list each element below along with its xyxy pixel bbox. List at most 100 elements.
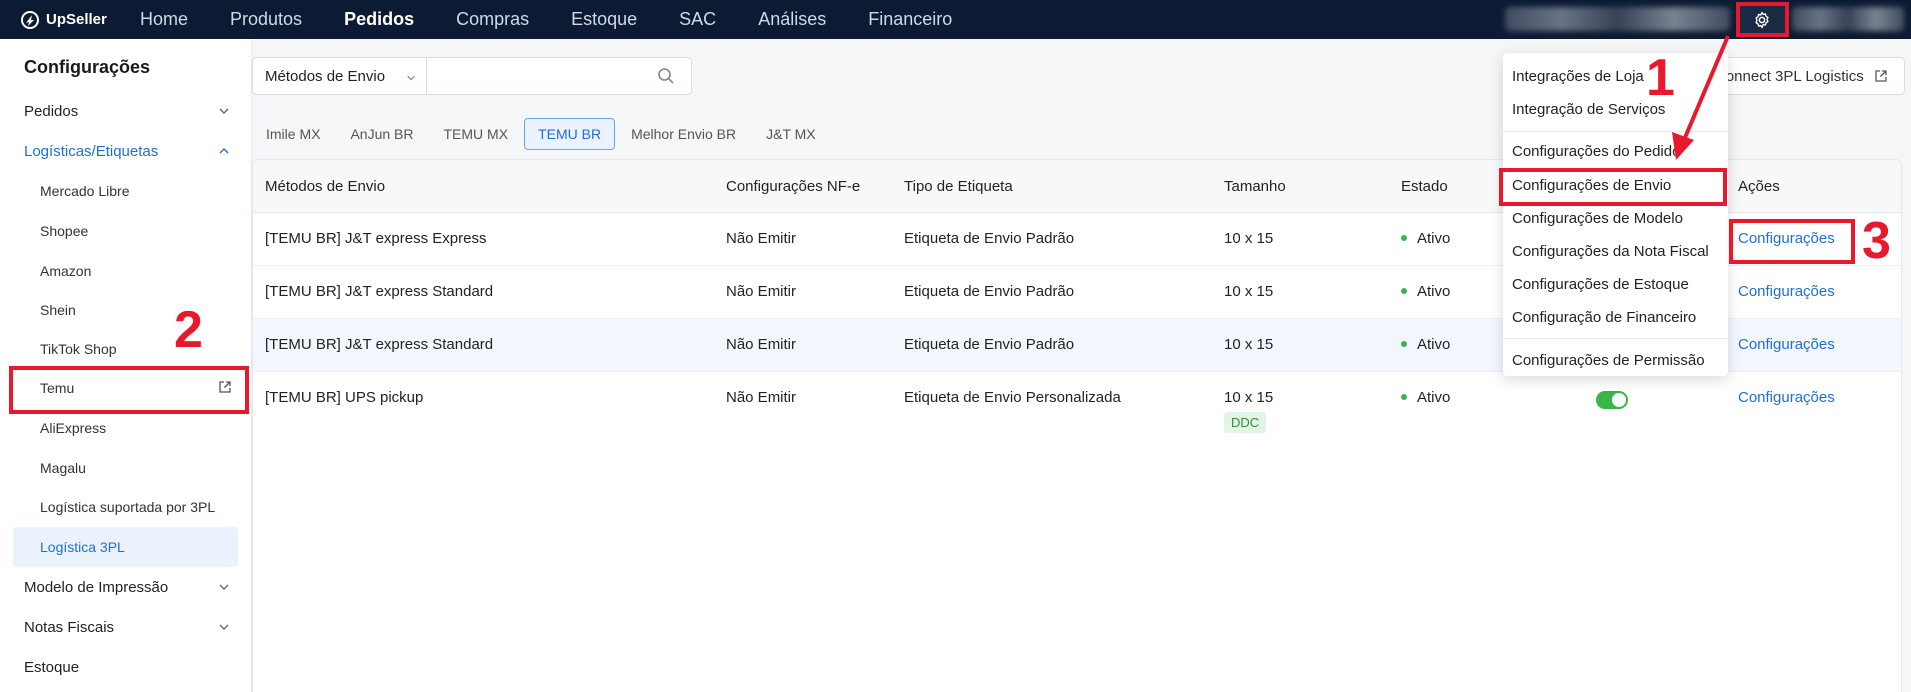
sidebar-item-logisticas[interactable]: Logísticas/Etiquetas: [0, 131, 252, 171]
menu-item-integracoes-loja[interactable]: Integrações de Loja: [1503, 61, 1728, 91]
configuracoes-link[interactable]: Configurações: [1738, 336, 1835, 353]
search-input[interactable]: [426, 57, 692, 95]
status-dot: [1401, 288, 1407, 295]
ddc-badge: DDC: [1224, 412, 1267, 433]
chevron-down-icon: [219, 624, 229, 630]
sidebar-item-label: Pedidos: [24, 102, 79, 120]
tab-anjun-br[interactable]: AnJun BR: [336, 118, 427, 150]
nav-financeiro[interactable]: Financeiro: [868, 9, 952, 30]
sidebar-item-label: Mercado Libre: [40, 183, 130, 199]
nav-sac[interactable]: SAC: [679, 9, 716, 30]
status-toggle[interactable]: [1596, 391, 1628, 409]
search-field-select-value: Métodos de Envio: [265, 67, 386, 85]
sidebar-item-label: AliExpress: [40, 420, 107, 436]
sidebar-item-mercado-libre[interactable]: Mercado Libre: [0, 171, 252, 211]
cell-size: 10 x 15: [1224, 389, 1274, 406]
menu-item-config-estoque[interactable]: Configurações de Estoque: [1503, 269, 1728, 299]
menu-item-config-modelo[interactable]: Configurações de Modelo: [1503, 203, 1728, 233]
search-field-select[interactable]: Métodos de Envio: [252, 57, 427, 95]
configuracoes-link[interactable]: Configurações: [1738, 283, 1835, 300]
tab-jt-mx[interactable]: J&T MX: [752, 118, 830, 150]
menu-item-config-nota-fiscal[interactable]: Configurações da Nota Fiscal: [1503, 236, 1728, 266]
menu-item-config-pedido[interactable]: Configurações do Pedido: [1503, 136, 1728, 166]
cell-status: Ativo: [1401, 389, 1450, 406]
sidebar-item-shopee[interactable]: Shopee: [0, 211, 252, 251]
sidebar-item-label: Modelo de Impressão: [24, 578, 169, 596]
main-nav: Home Produtos Pedidos Compras Estoque SA…: [140, 0, 994, 39]
status-text: Ativo: [1417, 389, 1451, 406]
nav-estoque[interactable]: Estoque: [571, 9, 637, 30]
sidebar-item-amazon[interactable]: Amazon: [0, 251, 252, 291]
table-row: [TEMU BR] UPS pickup Não Emitir Etiqueta…: [253, 372, 1901, 442]
sidebar-item-logistica-3pl-suportada[interactable]: Logística suportada por 3PL: [0, 487, 252, 527]
cell-size: 10 x 15: [1224, 230, 1274, 247]
cell-size: 10 x 15: [1224, 283, 1274, 300]
cell-nfe: Não Emitir: [726, 336, 797, 353]
cell-status: Ativo: [1401, 336, 1450, 353]
chevron-down-icon: [219, 584, 229, 590]
nav-compras[interactable]: Compras: [456, 9, 529, 30]
cell-method: [TEMU BR] J&T express Standard: [265, 283, 494, 300]
chevron-down-icon: [407, 75, 415, 81]
sidebar-item-estoque[interactable]: Estoque: [0, 647, 252, 687]
column-header-estado: Estado: [1401, 178, 1448, 195]
menu-item-config-financeiro[interactable]: Configuração de Financeiro: [1503, 302, 1728, 332]
nav-home[interactable]: Home: [140, 9, 188, 30]
cell-size: 10 x 15: [1224, 336, 1274, 353]
external-link-icon: [1875, 70, 1887, 82]
tab-melhor-envio-br[interactable]: Melhor Envio BR: [617, 118, 750, 150]
sidebar-item-label: Logísticas/Etiquetas: [24, 142, 159, 160]
sidebar-item-label: Temu: [40, 380, 75, 396]
cell-method: [TEMU BR] UPS pickup: [265, 389, 424, 406]
cell-label-type: Etiqueta de Envio Padrão: [904, 283, 1075, 300]
nav-analises[interactable]: Análises: [758, 9, 826, 30]
gear-icon: [1755, 11, 1769, 29]
menu-item-config-permissao[interactable]: Configurações de Permissão: [1503, 345, 1728, 375]
sidebar-item-magalu[interactable]: Magalu: [0, 448, 252, 488]
app-name: UpSeller: [46, 11, 107, 28]
sidebar-item-label: Notas Fiscais: [24, 618, 115, 636]
tab-temu-mx[interactable]: TEMU MX: [430, 118, 523, 150]
nav-pedidos[interactable]: Pedidos: [344, 9, 414, 30]
configuracoes-link[interactable]: Configurações: [1738, 230, 1835, 247]
sidebar-item-pedidos[interactable]: Pedidos: [0, 91, 252, 131]
blurred-account-info: [1505, 7, 1730, 31]
sidebar-item-notas-fiscais[interactable]: Notas Fiscais: [0, 607, 252, 647]
sidebar-item-label: Logística suportada por 3PL: [40, 499, 216, 515]
cell-nfe: Não Emitir: [726, 230, 797, 247]
sidebar-item-shein[interactable]: Shein: [0, 290, 252, 330]
cell-label-type: Etiqueta de Envio Padrão: [904, 230, 1075, 247]
nav-produtos[interactable]: Produtos: [230, 9, 302, 30]
configuracoes-link[interactable]: Configurações: [1738, 389, 1835, 406]
carrier-tabs: Imile MX AnJun BR TEMU MX TEMU BR Melhor…: [252, 118, 832, 150]
external-link-icon: [219, 381, 231, 393]
toggle-knob: [1612, 393, 1626, 407]
tab-temu-br[interactable]: TEMU BR: [524, 118, 616, 150]
status-text: Ativo: [1417, 336, 1451, 353]
status-text: Ativo: [1417, 283, 1451, 300]
menu-item-config-envio[interactable]: Configurações de Envio: [1503, 170, 1728, 200]
cell-label-type: Etiqueta de Envio Padrão: [904, 336, 1075, 353]
sidebar-item-temu[interactable]: Temu: [0, 368, 252, 408]
connect-3pl-button[interactable]: Connect 3PL Logistics: [1700, 57, 1905, 95]
cell-status: Ativo: [1401, 230, 1450, 247]
column-header-acoes: Ações: [1738, 178, 1780, 195]
sidebar-item-label: Amazon: [40, 263, 92, 279]
cell-label-type: Etiqueta de Envio Personalizada: [904, 389, 1121, 406]
sidebar-item-modelo-impressao[interactable]: Modelo de Impressão: [0, 567, 252, 607]
sidebar-item-tiktok-shop[interactable]: TikTok Shop: [0, 329, 252, 369]
tab-imile-mx[interactable]: Imile MX: [252, 118, 334, 150]
menu-item-integracao-servicos[interactable]: Integração de Serviços: [1503, 94, 1728, 124]
status-dot: [1401, 341, 1407, 348]
search-icon[interactable]: [657, 67, 675, 85]
upseller-logo[interactable]: UpSeller: [20, 0, 107, 39]
column-header-tamanho: Tamanho: [1224, 178, 1286, 195]
status-dot: [1401, 394, 1407, 401]
status-text: Ativo: [1417, 230, 1451, 247]
top-navigation-bar: UpSeller Home Produtos Pedidos Compras E…: [0, 0, 1911, 39]
sidebar-item-logistica-3pl[interactable]: Logística 3PL: [13, 527, 238, 567]
sidebar-item-aliexpress[interactable]: AliExpress: [0, 408, 252, 448]
sidebar-item-label: Logística 3PL: [40, 539, 125, 555]
settings-button[interactable]: [1737, 4, 1787, 36]
status-dot: [1401, 235, 1407, 242]
